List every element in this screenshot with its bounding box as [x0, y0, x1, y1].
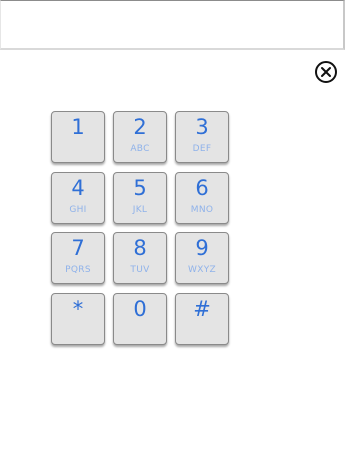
key-digit: # — [193, 297, 211, 321]
key-star[interactable]: * — [51, 293, 105, 345]
key-4[interactable]: 4 GHI — [51, 172, 105, 224]
key-3[interactable]: 3 DEF — [175, 111, 229, 163]
key-digit: 1 — [71, 115, 85, 139]
key-1[interactable]: 1 — [51, 111, 105, 163]
key-letters: JKL — [132, 205, 148, 215]
key-9[interactable]: 9 WXYZ — [175, 232, 229, 284]
key-digit: 5 — [133, 176, 147, 200]
key-letters: PQRS — [65, 265, 91, 275]
key-digit: 7 — [71, 236, 85, 260]
key-letters: MNO — [190, 205, 214, 215]
dial-number-input[interactable] — [0, 0, 345, 50]
key-8[interactable]: 8 TUV — [113, 232, 167, 284]
key-digit: 8 — [133, 236, 147, 260]
key-digit: 6 — [195, 176, 209, 200]
key-7[interactable]: 7 PQRS — [51, 232, 105, 284]
key-digit: 2 — [133, 115, 147, 139]
key-digit: 4 — [71, 176, 85, 200]
key-letters: ABC — [130, 144, 150, 154]
key-letters: DEF — [192, 144, 212, 154]
key-letters: GHI — [69, 205, 87, 215]
key-digit: 9 — [195, 236, 209, 260]
key-digit: 3 — [195, 115, 209, 139]
key-letters: TUV — [130, 265, 150, 275]
key-0[interactable]: 0 — [113, 293, 167, 345]
dial-keypad: 1 2 ABC 3 DEF 4 GHI 5 JKL 6 MNO 7 PQRS 8… — [51, 111, 231, 345]
key-6[interactable]: 6 MNO — [175, 172, 229, 224]
key-digit: * — [72, 297, 84, 321]
key-5[interactable]: 5 JKL — [113, 172, 167, 224]
key-letters: WXYZ — [188, 265, 216, 275]
key-digit: 0 — [133, 297, 147, 321]
key-2[interactable]: 2 ABC — [113, 111, 167, 163]
key-hash[interactable]: # — [175, 293, 229, 345]
close-button[interactable] — [314, 60, 338, 84]
close-circle-icon — [315, 61, 337, 83]
